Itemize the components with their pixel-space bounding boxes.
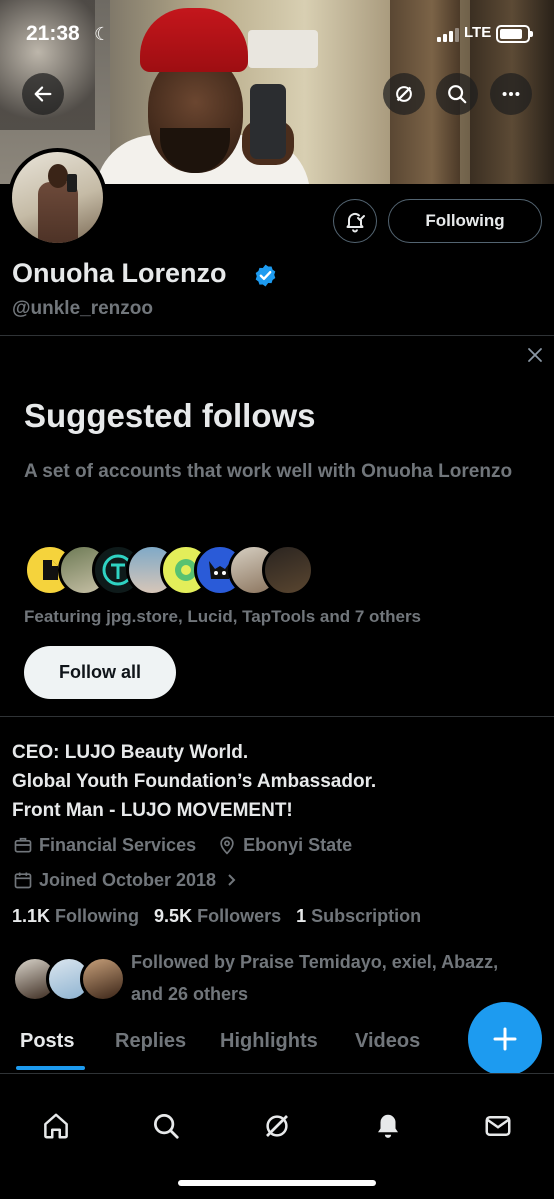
notification-bell-icon [346, 212, 365, 233]
followed-by-avatars[interactable] [12, 956, 126, 1002]
following-button[interactable]: Following [388, 199, 542, 243]
followers-stat[interactable]: 9.5K Followers [154, 906, 281, 926]
profile-joined-row[interactable]: Joined October 2018 [12, 868, 247, 892]
notification-bell-icon [378, 1114, 398, 1138]
suggested-follows-description: A set of accounts that work well with On… [24, 461, 513, 482]
close-icon [528, 348, 542, 362]
divider [0, 716, 554, 717]
suggested-avatars[interactable] [24, 544, 324, 596]
status-time: 21:38 [26, 22, 80, 45]
avatar [80, 956, 126, 1002]
verified-badge-icon [255, 264, 276, 287]
profile-stats: 1.1K Following 9.5K Followers 1 Subscrip… [12, 906, 421, 927]
search-icon [154, 1114, 179, 1139]
grok-button[interactable] [383, 73, 425, 115]
compose-button[interactable] [468, 1002, 542, 1076]
mail-icon [485, 1116, 511, 1136]
moon-icon: ☾ [94, 24, 111, 44]
followed-by-text[interactable]: Followed by Praise Temidayo, exiel, Abaz… [131, 946, 541, 1010]
nav-explore[interactable] [146, 1106, 186, 1146]
status-bar: 21:38 ☾ LTE [0, 18, 554, 50]
back-arrow-icon [34, 86, 52, 102]
profile-joined-date: Joined October 2018 [39, 869, 217, 890]
profile-meta-row: Financial Services Ebonyi State [12, 833, 352, 857]
subscription-stat[interactable]: 1 Subscription [296, 906, 421, 926]
search-icon [448, 85, 467, 104]
suggested-follows-title: Suggested follows [24, 397, 316, 434]
back-button[interactable] [22, 73, 64, 115]
briefcase-icon [12, 834, 34, 856]
search-button[interactable] [436, 73, 478, 115]
calendar-icon [12, 869, 34, 891]
nav-grok[interactable] [257, 1106, 297, 1146]
bio-line: CEO: LUJO Beauty World. [12, 742, 249, 763]
profile-avatar[interactable] [8, 148, 107, 247]
active-tab-indicator [16, 1066, 85, 1070]
network-label: LTE [464, 24, 492, 41]
compose-plus-icon [493, 1027, 517, 1051]
profile-location: Ebonyi State [243, 834, 353, 855]
battery-icon [496, 25, 533, 43]
suggested-avatar [262, 544, 314, 596]
suggested-featuring: Featuring jpg.store, Lucid, TapTools and… [24, 607, 422, 626]
more-icon [502, 91, 520, 97]
profile-handle: @unkle_renzoo [12, 298, 153, 319]
profile-name: Onuoha Lorenzo [12, 258, 227, 288]
bio-line: Front Man - LUJO MOVEMENT! [12, 800, 293, 821]
follow-all-button[interactable]: Follow all [24, 646, 176, 699]
following-stat[interactable]: 1.1K Following [12, 906, 139, 926]
location-pin-icon [216, 834, 238, 856]
divider [0, 335, 554, 336]
nav-notifications[interactable] [368, 1106, 408, 1146]
profile-bio: CEO: LUJO Beauty World. Global Youth Fou… [12, 738, 376, 825]
nav-home[interactable] [36, 1106, 76, 1146]
bio-line: Global Youth Foundation’s Ambassador. [12, 771, 377, 792]
more-button[interactable] [490, 73, 532, 115]
notifications-toggle-button[interactable] [333, 199, 377, 243]
home-icon [44, 1113, 68, 1139]
tab-replies[interactable]: Replies [115, 1030, 186, 1053]
home-indicator [178, 1180, 376, 1186]
nav-messages[interactable] [478, 1106, 518, 1146]
grok-icon [266, 1115, 288, 1137]
tab-videos[interactable]: Videos [355, 1030, 420, 1053]
signal-icon [437, 28, 459, 42]
tab-highlights[interactable]: Highlights [220, 1030, 318, 1053]
grok-icon [396, 86, 412, 102]
dismiss-suggestions-button[interactable] [524, 344, 546, 366]
chevron-right-icon [220, 869, 242, 891]
profile-category[interactable]: Financial Services [39, 835, 196, 856]
tab-posts[interactable]: Posts [20, 1030, 74, 1053]
